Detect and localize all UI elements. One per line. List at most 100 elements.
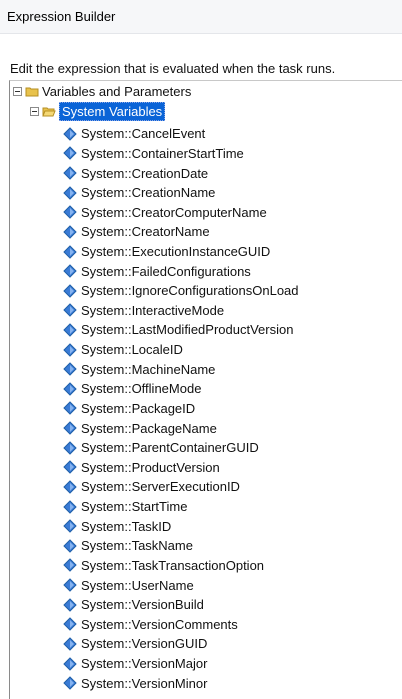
variable-icon [63,205,77,219]
variable-label: System::LastModifiedProductVersion [81,322,294,338]
variable-label: System::TaskID [81,518,172,534]
variable-label: System::VersionComments [81,616,238,632]
tree-item-system-variable[interactable]: System::TaskTransactionOption [63,556,264,576]
tree-item-system-variable[interactable]: System::TaskID [63,516,171,536]
variable-label: System::ParentContainerGUID [81,440,259,456]
variable-icon [63,440,77,455]
variable-label: System::ProductVersion [81,459,220,475]
variable-icon [63,362,77,376]
tree-item-system-variable[interactable]: System::ServerExecutionID [63,477,240,497]
variable-label: System::VersionBuild [81,597,204,613]
variable-icon [63,127,77,141]
variable-icon [63,244,77,259]
tree-item-system-variable[interactable]: System::ContainerStartTime [63,144,244,164]
variable-icon [63,578,77,592]
variable-icon [63,382,77,396]
variable-icon [63,225,77,239]
tree-item-system-variable[interactable]: System::PackageID [63,399,195,419]
tree-item-system-variable[interactable]: System::VersionComments [63,615,238,635]
tree-item-system-variable[interactable]: System::VersionMajor [63,654,207,674]
tree-item-system-variable[interactable]: System::ParentContainerGUID [63,438,259,458]
selected-tree-node-label: System Variables [59,102,166,121]
title-bar: Expression Builder [0,0,402,34]
variable-icon [63,284,77,298]
variable-label: System::UserName [81,577,194,593]
variable-icon [63,166,77,180]
tree-item-system-variable[interactable]: System::ExecutionInstanceGUID [63,242,270,262]
tree-item-system-variable[interactable]: System::FailedConfigurations [63,261,251,281]
tree-item-system-variable[interactable]: System::CreationDate [63,163,208,183]
variable-label: System::CreationDate [81,165,209,181]
variable-label: System::VersionMajor [81,656,208,672]
tree-node-system-variables[interactable]: System Variables [30,102,166,121]
variable-label: System::OfflineMode [81,381,202,397]
variable-icon [63,146,77,161]
variable-icon [63,539,77,553]
variable-label: System::InteractiveMode [81,302,225,318]
tree-item-system-variable[interactable]: System::ProductVersion [63,458,220,478]
variable-icon [63,558,77,573]
variable-label: System::StartTime [81,499,188,515]
tree-item-system-variable[interactable]: System::CreatorName [63,222,210,242]
variable-label: System::PackageName [81,420,217,436]
variable-label: System::ContainerStartTime [81,145,244,161]
variable-icon [63,303,77,318]
variable-label: System::IgnoreConfigurationsOnLoad [81,283,299,299]
variable-icon [63,499,77,514]
variable-icon [63,264,77,278]
tree-item-system-variable[interactable]: System::PackageName [63,418,217,438]
tree-item-system-variable[interactable]: System::CancelEvent [63,124,205,144]
open-folder-icon [42,106,56,117]
variable-icon [63,323,77,337]
variable-icon [63,676,77,690]
tree-item-system-variable[interactable]: System::VersionGUID [63,634,207,654]
variable-icon [63,185,77,200]
variable-label: System::FailedConfigurations [81,263,251,279]
tree-item-system-variable[interactable]: System::InteractiveMode [63,301,224,321]
collapse-icon[interactable] [30,107,39,116]
variable-icon [63,656,77,671]
variable-icon [63,460,77,475]
variable-icon [63,637,77,651]
variable-icon [63,617,77,632]
variable-icon [63,480,77,494]
variable-icon [63,597,77,612]
variable-label: System::TaskTransactionOption [81,557,265,573]
variable-icon [63,342,77,357]
tree-item-system-variable[interactable]: System::StartTime [63,497,187,517]
variables-tree[interactable]: Variables and Parameters System Variable… [9,80,402,699]
expression-builder-window: Expression Builder Edit the expression t… [0,0,402,699]
tree-item-system-variable[interactable]: System::LocaleID [63,340,183,360]
tree-item-system-variable[interactable]: System::CreatorComputerName [63,202,267,222]
variable-label: System::CancelEvent [81,126,206,142]
variable-label: System::ServerExecutionID [81,479,240,495]
tree-item-system-variable[interactable]: System::CreationName [63,183,215,203]
variable-label: System::TaskName [81,538,193,554]
collapse-icon[interactable] [13,87,22,96]
variable-label: System::PackageID [81,400,196,416]
variable-label: System::ExecutionInstanceGUID [81,244,271,260]
variable-label: System::LocaleID [81,342,183,358]
tree-item-system-variable[interactable]: System::VersionMinor [63,673,207,693]
tree-node-label: Variables and Parameters [42,84,192,99]
variable-icon [63,519,77,533]
tree-item-system-variable[interactable]: System::UserName [63,575,194,595]
folder-icon [25,86,39,97]
tree-item-system-variable[interactable]: System::VersionBuild [63,595,204,615]
variable-label: System::CreatorName [81,224,210,240]
tree-item-system-variable[interactable]: System::TaskName [63,536,193,556]
variable-label: System::CreatorComputerName [81,204,267,220]
variable-label: System::VersionMinor [81,675,208,691]
variable-label: System::CreationName [81,185,216,201]
variable-label: System::VersionGUID [81,636,208,652]
tree-item-system-variable[interactable]: System::OfflineMode [63,379,201,399]
variable-label: System::MachineName [81,361,216,377]
tree-node-variables-and-parameters[interactable]: Variables and Parameters [13,82,191,101]
tree-item-system-variable[interactable]: System::MachineName [63,359,215,379]
tree-item-system-variable[interactable]: System::IgnoreConfigurationsOnLoad [63,281,299,301]
variable-icon [63,401,77,416]
window-title: Expression Builder [7,9,116,24]
variable-icon [63,421,77,435]
instruction-text: Edit the expression that is evaluated wh… [10,61,336,76]
tree-item-system-variable[interactable]: System::LastModifiedProductVersion [63,320,293,340]
